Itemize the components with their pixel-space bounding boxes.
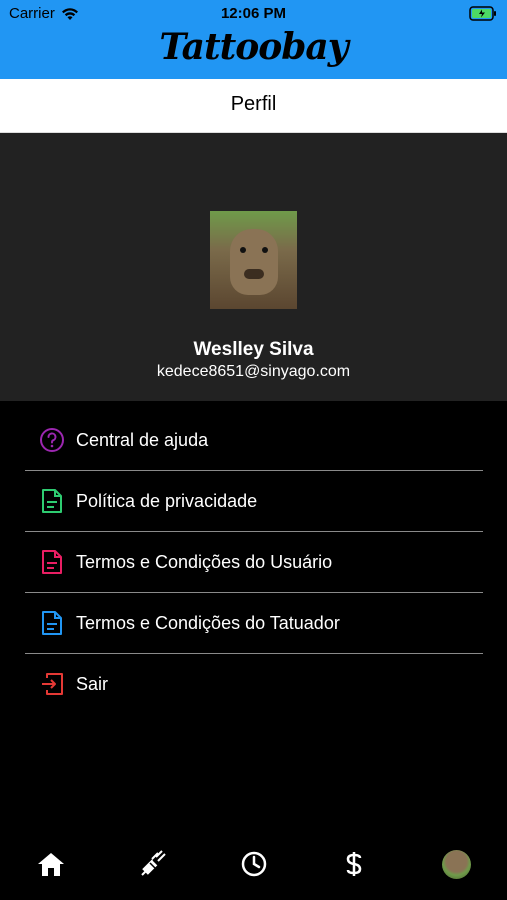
document-icon (38, 487, 66, 515)
tab-history[interactable] (238, 848, 270, 880)
dollar-icon (346, 852, 362, 876)
menu-item-label: Termos e Condições do Tatuador (76, 612, 340, 633)
brand-logo: Tattoobay (159, 26, 348, 68)
nav-header: Perfil (0, 79, 507, 133)
status-time: 12:06 PM (220, 5, 287, 22)
page-title: Perfil (230, 93, 277, 115)
home-indicator (180, 892, 326, 896)
menu-item-privacy[interactable]: Política de privacidade (25, 471, 483, 532)
profile-menu: Central de ajuda Política de privacidade… (25, 410, 483, 714)
tab-tattoo[interactable] (137, 848, 169, 880)
help-circle-icon (38, 426, 66, 454)
tab-payments[interactable] (338, 848, 370, 880)
avatar-nose (244, 269, 264, 279)
tab-home[interactable] (35, 848, 67, 880)
bottom-tab-bar (0, 836, 507, 892)
profile-section: Weslley Silva kedece8651@sinyago.com (0, 133, 507, 401)
avatar-eye-left (240, 247, 246, 253)
top-bar: Carrier 12:06 PM Tattoobay (0, 0, 507, 79)
status-bar: Carrier 12:06 PM (0, 0, 507, 28)
profile-name: Weslley Silva (193, 339, 314, 360)
clock-icon (241, 851, 267, 877)
tattoo-machine-icon (141, 850, 166, 876)
avatar-face (230, 229, 278, 295)
battery-icon (469, 6, 496, 21)
profile-avatar[interactable] (210, 211, 297, 309)
menu-item-label: Sair (76, 673, 109, 694)
menu-item-logout[interactable]: Sair (25, 654, 483, 714)
menu-item-label: Termos e Condições do Usuário (76, 551, 333, 572)
menu-item-label: Política de privacidade (76, 490, 258, 511)
tab-profile[interactable] (440, 848, 472, 880)
avatar-icon (441, 849, 471, 879)
menu-item-user-terms[interactable]: Termos e Condições do Usuário (25, 532, 483, 593)
menu-item-tattooist-terms[interactable]: Termos e Condições do Tatuador (25, 593, 483, 654)
logout-icon (38, 670, 66, 698)
avatar-eye-right (262, 247, 268, 253)
menu-item-help[interactable]: Central de ajuda (25, 410, 483, 471)
menu-item-label: Central de ajuda (76, 429, 209, 450)
document-icon (38, 609, 66, 637)
profile-email: kedece8651@sinyago.com (156, 363, 351, 380)
document-icon (38, 548, 66, 576)
home-icon (38, 853, 64, 876)
